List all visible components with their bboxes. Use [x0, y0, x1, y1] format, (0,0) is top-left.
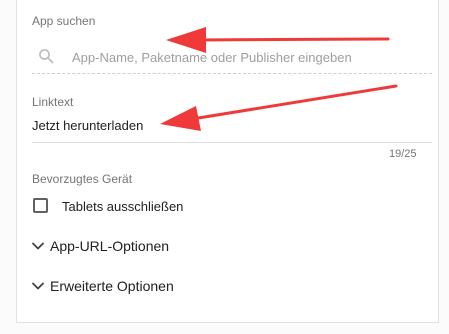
chevron-down-icon [30, 238, 46, 254]
chevron-down-icon [30, 278, 46, 294]
link-text-label: Linktext [32, 95, 74, 109]
app-search-label: App suchen [32, 14, 96, 28]
app-search-placeholder: App-Name, Paketname oder Publisher einge… [72, 50, 352, 65]
app-url-options-label: App-URL-Optionen [50, 238, 170, 254]
link-text-input[interactable]: Jetzt herunterladen [32, 118, 143, 133]
app-url-options-expander[interactable]: App-URL-Optionen [30, 234, 169, 258]
link-text-char-counter: 19/25 [389, 148, 417, 160]
advanced-options-label: Erweiterte Optionen [50, 278, 174, 294]
advanced-options-expander[interactable]: Erweiterte Optionen [30, 274, 174, 298]
search-icon [39, 49, 54, 64]
exclude-tablets-label[interactable]: Tablets ausschließen [62, 199, 183, 214]
panel-bottom-border [16, 322, 439, 323]
preferred-device-label: Bevorzugtes Gerät [32, 172, 133, 186]
exclude-tablets-checkbox[interactable] [33, 198, 48, 213]
link-text-underline [32, 142, 432, 143]
